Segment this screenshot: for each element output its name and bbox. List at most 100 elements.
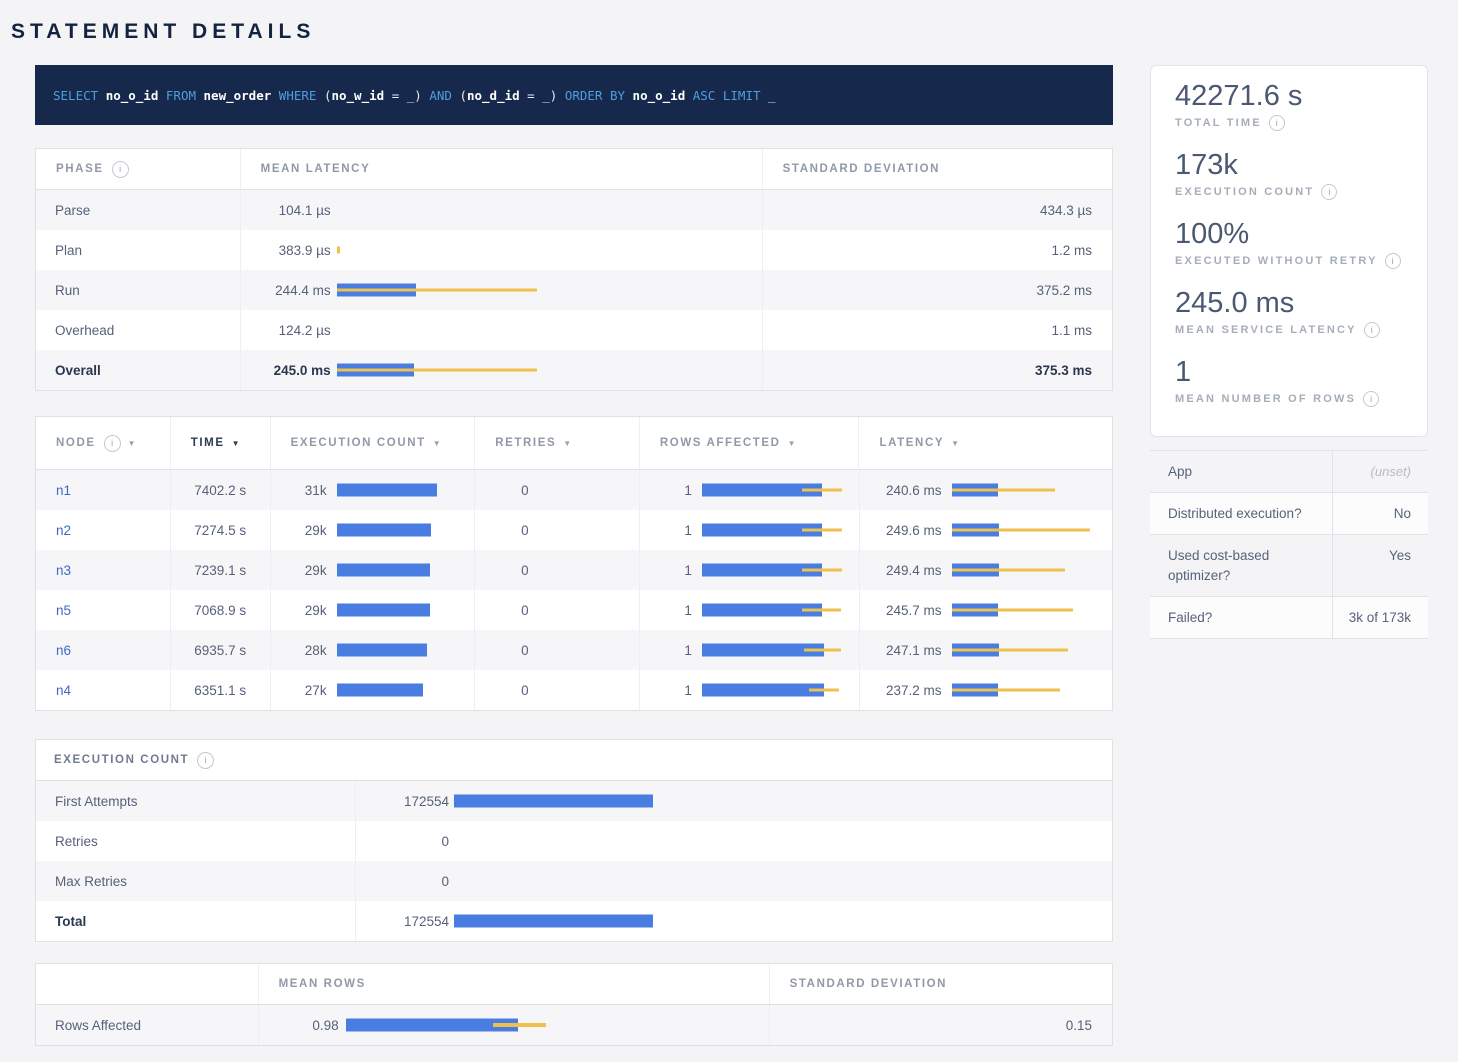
table-row: Rows Affected 0.98 0.15	[36, 1005, 1112, 1045]
latency-bar	[952, 550, 1113, 590]
execution-count-value: 29k	[271, 603, 327, 618]
table-row: n6 6935.7 s 28k 0 1 247.1 ms	[36, 630, 1112, 670]
table-row: n1 7402.2 s 31k 0 1 240.6 ms	[36, 470, 1112, 510]
mean-latency-cell: 245.0 ms	[241, 350, 763, 390]
rows-affected-bar	[702, 630, 859, 670]
execution-count-section-header: EXECUTION COUNT i	[36, 740, 1112, 781]
time-cell: 6935.7 s	[171, 630, 271, 670]
failed-label: Failed?	[1150, 597, 1332, 638]
table-row: Total 172554	[36, 901, 1112, 941]
rows-affected-value: 1	[640, 563, 692, 578]
sort-arrow-icon: ▼	[788, 439, 796, 448]
node-cell: n1	[36, 470, 171, 510]
summary-stats-card: 42271.6 s TOTAL TIMEi 173k EXECUTION COU…	[1150, 65, 1428, 437]
execution-count-bar	[337, 510, 475, 550]
mean-latency-cell: 124.2 µs	[241, 310, 763, 350]
stat-label-text: EXECUTION COUNT	[1175, 186, 1314, 198]
execution-count-value: 31k	[271, 483, 327, 498]
phase-info-icon[interactable]: i	[112, 161, 129, 178]
stat-label-text: EXECUTED WITHOUT RETRY	[1175, 255, 1378, 267]
latency-value: 249.4 ms	[860, 563, 942, 578]
latency-cell: 245.7 ms	[860, 590, 1113, 630]
latency-column-header[interactable]: LATENCY▼	[859, 417, 1112, 469]
total-time-info-icon[interactable]: i	[1269, 115, 1285, 131]
rows-affected-cell: 1	[640, 630, 860, 670]
cost-based-optimizer-value: Yes	[1332, 535, 1428, 596]
table-row: Used cost-based optimizer? Yes	[1150, 535, 1428, 597]
rows-affected-cell: 1	[640, 510, 860, 550]
rows-affected-value: 1	[640, 483, 692, 498]
distributed-execution-value: No	[1332, 493, 1428, 534]
latency-value: 240.6 ms	[860, 483, 942, 498]
std-dev-column-header: STANDARD DEVIATION	[763, 149, 1112, 189]
node-link[interactable]: n5	[56, 603, 71, 618]
node-link[interactable]: n4	[56, 683, 71, 698]
execution-count-cell: 29k	[271, 510, 476, 550]
sort-arrow-icon: ▼	[951, 439, 959, 448]
retries-header-label: RETRIES	[495, 437, 556, 449]
node-link[interactable]: n1	[56, 483, 71, 498]
retries-cell: 0	[475, 510, 640, 550]
stat-label-text: MEAN SERVICE LATENCY	[1175, 324, 1357, 336]
table-row: n4 6351.1 s 27k 0 1 237.2 ms	[36, 670, 1112, 710]
exec-row-value: 0	[356, 834, 449, 849]
node-cell: n5	[36, 590, 171, 630]
sort-arrow-icon: ▼	[232, 439, 240, 448]
execution-count-section-title: EXECUTION COUNT	[54, 754, 189, 766]
latency-cell: 237.2 ms	[860, 670, 1113, 710]
latency-bar	[337, 270, 762, 310]
stat-label: EXECUTED WITHOUT RETRY i	[1175, 253, 1403, 269]
rows-affected-cell: 1	[640, 550, 860, 590]
execution-count-column-header[interactable]: EXECUTION COUNT▼	[271, 417, 476, 469]
rows-affected-value: 1	[640, 603, 692, 618]
node-link[interactable]: n3	[56, 563, 71, 578]
latency-cell: 240.6 ms	[860, 470, 1113, 510]
latency-bar	[952, 630, 1113, 670]
mean-number-of-rows-info-icon[interactable]: i	[1363, 391, 1379, 407]
phase-header-label: PHASE	[56, 163, 104, 175]
table-row: App (unset)	[1150, 451, 1428, 493]
retries-cell: 0	[475, 670, 640, 710]
rows-affected-cell: 1	[640, 470, 860, 510]
app-details-table: App (unset) Distributed execution? No Us…	[1150, 450, 1428, 639]
latency-bar	[952, 510, 1113, 550]
execution-count-header-label: EXECUTION COUNT	[291, 437, 426, 449]
execution-count-cell: 29k	[271, 590, 476, 630]
node-info-icon[interactable]: i	[104, 435, 121, 452]
table-row: n2 7274.5 s 29k 0 1 249.6 ms	[36, 510, 1112, 550]
execution-count-value: 29k	[271, 523, 327, 538]
phase-label: Parse	[36, 190, 241, 230]
exec-row-value: 172554	[356, 794, 449, 809]
exec-row-label: Retries	[36, 821, 356, 861]
execution-count-cell: 31k	[271, 470, 476, 510]
latency-bar	[952, 470, 1113, 510]
table-row: Overhead 124.2 µs 1.1 ms	[36, 310, 1112, 350]
time-column-header[interactable]: TIME▼	[171, 417, 271, 469]
summary-sidebar: 42271.6 s TOTAL TIMEi 173k EXECUTION COU…	[1150, 65, 1428, 639]
mean-latency-value: 383.9 µs	[241, 243, 331, 258]
stat-label: EXECUTION COUNT i	[1175, 184, 1403, 200]
node-table: NODEi▼ TIME▼ EXECUTION COUNT▼ RETRIES▼ R…	[35, 416, 1113, 711]
mean-latency-column-header: MEAN LATENCY	[241, 149, 763, 189]
mean-rows-bar	[346, 1005, 769, 1045]
node-cell: n6	[36, 630, 171, 670]
retries-column-header[interactable]: RETRIES▼	[475, 417, 640, 469]
execution-count-info-icon[interactable]: i	[197, 752, 214, 769]
mean-rows-value: 0.98	[259, 1018, 339, 1033]
node-link[interactable]: n2	[56, 523, 71, 538]
node-link[interactable]: n6	[56, 643, 71, 658]
mean-service-latency-info-icon[interactable]: i	[1364, 322, 1380, 338]
execution-count-info-icon[interactable]: i	[1321, 184, 1337, 200]
rows-affected-bar	[702, 590, 859, 630]
exec-row-label: Max Retries	[36, 861, 356, 901]
stat-value: 100%	[1175, 217, 1403, 251]
execution-count-value: 27k	[271, 683, 327, 698]
phase-label: Overhead	[36, 310, 241, 350]
node-column-header[interactable]: NODEi▼	[36, 417, 171, 469]
executed-without-retry-info-icon[interactable]: i	[1385, 253, 1401, 269]
latency-value: 237.2 ms	[860, 683, 942, 698]
rows-affected-column-header[interactable]: ROWS AFFECTED▼	[640, 417, 860, 469]
latency-bar	[337, 230, 762, 270]
std-dev-value: 375.3 ms	[763, 350, 1112, 390]
rows-affected-bar	[702, 670, 859, 710]
